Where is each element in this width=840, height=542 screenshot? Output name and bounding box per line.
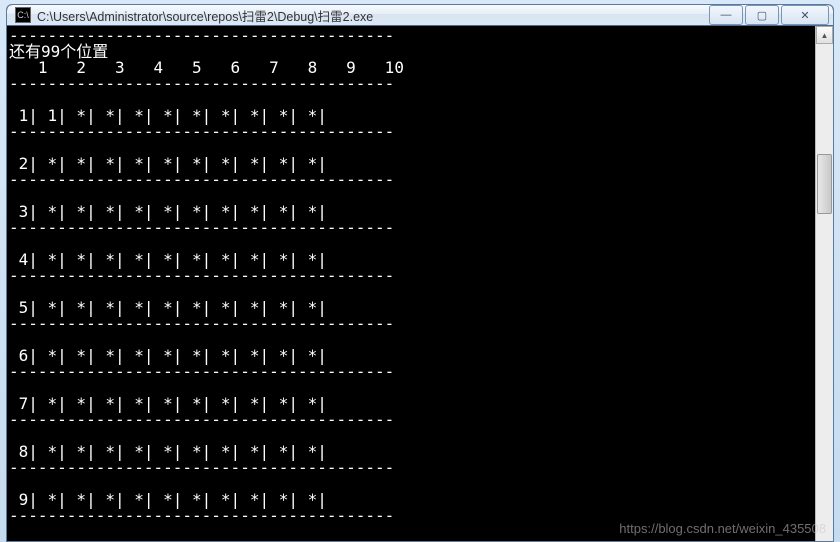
window-title: C:\Users\Administrator\source\repos\扫雷2\… [37,6,707,25]
scroll-thumb[interactable] [817,154,832,214]
close-button[interactable]: ✕ [781,5,829,25]
vertical-scrollbar[interactable]: ▲ ▼ [815,26,833,542]
scroll-track[interactable] [816,44,833,542]
titlebar[interactable]: C:\ C:\Users\Administrator\source\repos\… [7,5,833,26]
app-icon: C:\ [15,7,31,23]
minimize-button[interactable]: — [709,5,743,25]
scroll-up-button[interactable]: ▲ [816,26,833,44]
console-output[interactable]: ----------------------------------------… [7,26,815,542]
console-window: C:\ C:\Users\Administrator\source\repos\… [6,4,834,542]
maximize-button[interactable]: ▢ [745,5,779,25]
console-area: ----------------------------------------… [7,26,833,542]
window-controls: — ▢ ✕ [707,5,829,25]
